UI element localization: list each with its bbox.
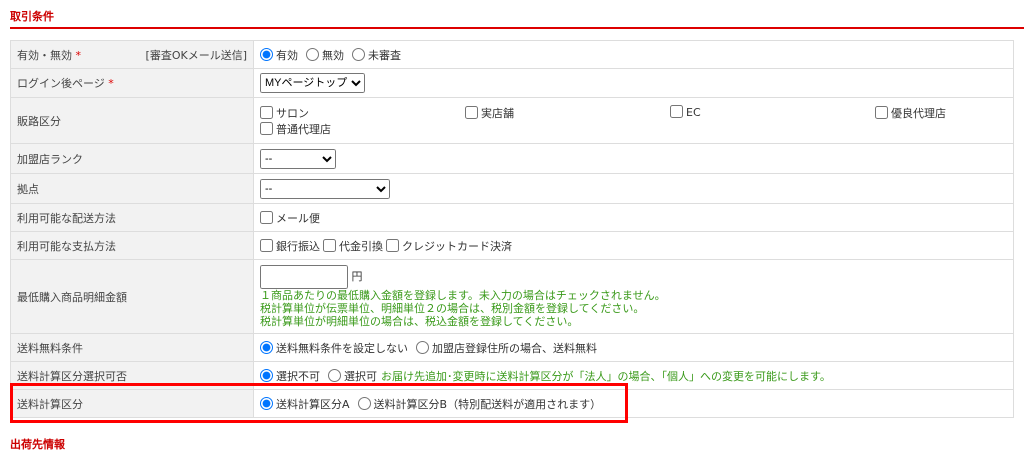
radio-selectable[interactable]: 選択可 — [328, 368, 377, 383]
login-page-select[interactable]: MYページトップ — [260, 73, 365, 93]
checkbox-salon[interactable]: サロン — [260, 105, 457, 121]
radio-unreviewed[interactable]: 未審査 — [352, 47, 401, 62]
radio-active[interactable]: 有効 — [260, 47, 298, 62]
checkbox-premium-agent[interactable]: 優良代理店 — [875, 105, 999, 121]
radio-inactive[interactable]: 無効 — [306, 47, 344, 62]
row-rank: 加盟店ランク -- — [10, 143, 1014, 174]
trade-conditions-table: 有効・無効 * [審査OKメール送信] 有効 無効 未審査 ログイン後ページ * MY… — [10, 40, 1014, 418]
section-divider — [10, 27, 1024, 29]
checkbox-cod[interactable]: 代金引換 — [323, 238, 383, 253]
row-free-shipping: 送料無料条件 送料無料条件を設定しない 加盟店登録住所の場合、送料無料 — [10, 333, 1014, 362]
radio-not-selectable[interactable]: 選択不可 — [260, 368, 320, 383]
row-login-page: ログイン後ページ * MYページトップ — [10, 68, 1014, 98]
row-payment: 利用可能な支払方法 銀行振込 代金引換 クレジットカード決済 — [10, 231, 1014, 260]
min-amount-input[interactable] — [260, 265, 348, 289]
checkbox-ec[interactable]: EC — [670, 104, 867, 121]
row-channel: 販路区分 サロン 実店舗 EC 優良代理店 普通代理店 — [10, 97, 1014, 144]
checkbox-store[interactable]: 実店舗 — [465, 105, 662, 121]
row-base: 拠点 -- — [10, 173, 1014, 204]
checkbox-regular-agent[interactable]: 普通代理店 — [260, 121, 457, 137]
radio-free-at-registered-address[interactable]: 加盟店登録住所の場合、送料無料 — [416, 340, 597, 355]
rank-select[interactable]: -- — [260, 148, 336, 169]
row-min-amount: 最低購入商品明細金額 円 １商品あたりの最低購入金額を登録します。未入力の場合は… — [10, 259, 1014, 334]
radio-no-free-condition[interactable]: 送料無料条件を設定しない — [260, 340, 408, 355]
label: 有効・無効 — [17, 48, 72, 62]
base-select[interactable]: -- — [260, 178, 390, 199]
row-shipping: 利用可能な配送方法 メール便 — [10, 203, 1014, 232]
row-active: 有効・無効 * [審査OKメール送信] 有効 無効 未審査 — [10, 40, 1014, 69]
highlight-box — [10, 383, 628, 423]
checkbox-mail[interactable]: メール便 — [260, 210, 320, 225]
next-section-title: 出荷先情報 — [10, 438, 65, 451]
section-title: 取引条件 — [10, 10, 54, 23]
checkbox-bank[interactable]: 銀行振込 — [260, 238, 320, 253]
checkbox-credit[interactable]: クレジットカード決済 — [386, 238, 512, 253]
approval-mail-link[interactable]: [審査OKメール送信] — [146, 47, 247, 63]
